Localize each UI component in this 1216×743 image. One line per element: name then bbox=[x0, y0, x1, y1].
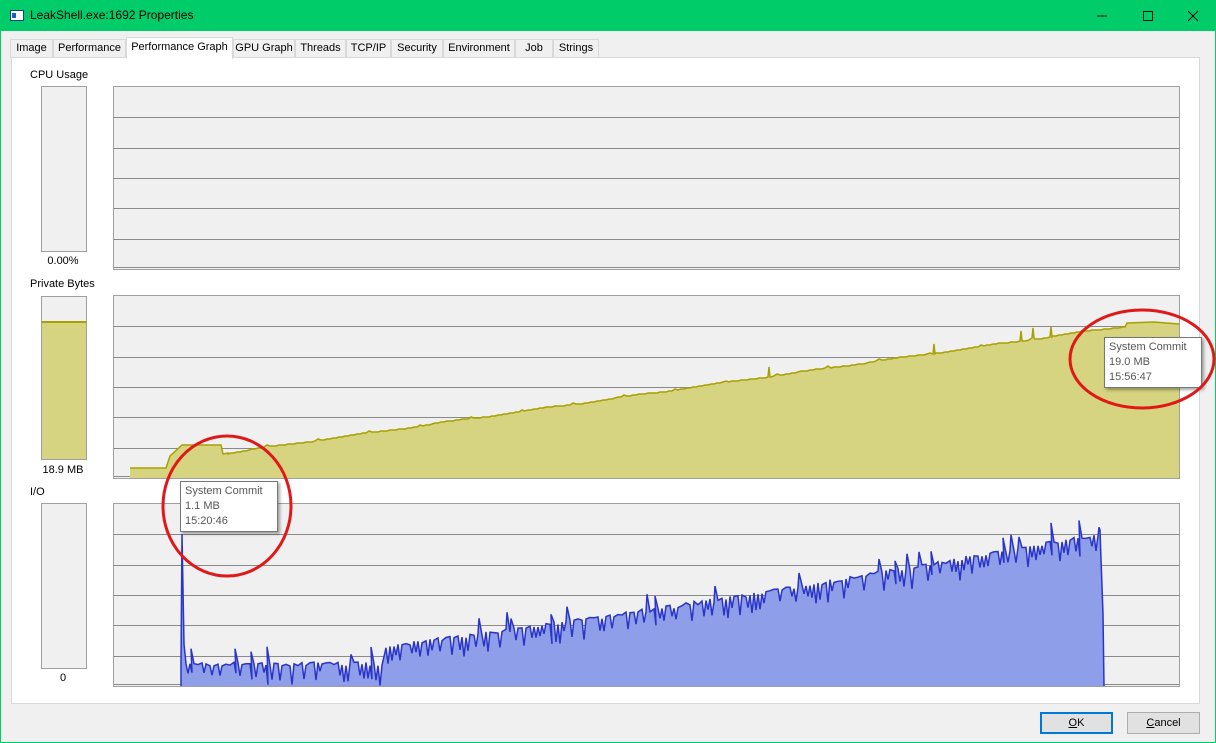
tab-gpu-graph[interactable]: GPU Graph bbox=[233, 39, 295, 58]
private-bytes-graph-canvas bbox=[114, 321, 1179, 478]
window-properties-icon bbox=[10, 10, 24, 21]
tooltip-left: System Commit 1.1 MB 15:20:46 bbox=[180, 481, 278, 532]
cpu-usage-value: 0.00% bbox=[47, 255, 79, 267]
io-value: 0 bbox=[59, 672, 67, 684]
tab-tcpip[interactable]: TCP/IP bbox=[346, 39, 391, 58]
maximize-icon bbox=[1143, 11, 1153, 21]
cpu-usage-meter bbox=[41, 86, 87, 252]
private-bytes-graph bbox=[113, 295, 1180, 479]
cpu-usage-graph-canvas bbox=[114, 117, 1179, 268]
cancel-button[interactable]: Cancel bbox=[1127, 712, 1200, 734]
io-label: I/O bbox=[30, 486, 45, 498]
private-bytes-label: Private Bytes bbox=[30, 278, 95, 290]
tooltip-right-value: 19.0 MB bbox=[1109, 356, 1150, 368]
private-bytes-meter bbox=[41, 296, 87, 460]
tab-security[interactable]: Security bbox=[391, 39, 443, 58]
tooltip-left-time: 15:20:46 bbox=[185, 515, 228, 527]
io-graph-area bbox=[181, 520, 1104, 686]
tab-performance-graph[interactable]: Performance Graph bbox=[126, 37, 233, 59]
tab-job[interactable]: Job bbox=[515, 39, 553, 58]
window-title: LeakShell.exe:1692 Properties bbox=[30, 8, 194, 22]
tooltip-right: System Commit 19.0 MB 15:56:47 bbox=[1104, 337, 1202, 388]
private-bytes-value: 18.9 MB bbox=[42, 464, 84, 476]
tab-threads[interactable]: Threads bbox=[295, 39, 346, 58]
private-bytes-meter-fill bbox=[42, 321, 86, 459]
tooltip-left-value: 1.1 MB bbox=[185, 500, 220, 512]
tooltip-right-time: 15:56:47 bbox=[1109, 371, 1152, 383]
cpu-usage-graph bbox=[113, 86, 1180, 270]
tab-performance[interactable]: Performance bbox=[53, 39, 126, 58]
io-meter bbox=[41, 503, 87, 669]
minimize-icon bbox=[1097, 15, 1107, 17]
close-button[interactable] bbox=[1170, 0, 1216, 31]
private-bytes-graph-area bbox=[130, 322, 1179, 478]
title-bar: LeakShell.exe:1692 Properties bbox=[0, 0, 1216, 31]
ok-button[interactable]: OK bbox=[1040, 712, 1113, 734]
tooltip-left-title: System Commit bbox=[185, 485, 263, 497]
tab-environment[interactable]: Environment bbox=[443, 39, 515, 58]
minimize-button[interactable] bbox=[1079, 0, 1125, 31]
maximize-button[interactable] bbox=[1125, 0, 1171, 31]
tab-strings[interactable]: Strings bbox=[553, 39, 599, 58]
cpu-usage-label: CPU Usage bbox=[30, 69, 89, 81]
tooltip-right-title: System Commit bbox=[1109, 341, 1187, 353]
close-icon bbox=[1187, 10, 1199, 22]
tab-image[interactable]: Image bbox=[10, 39, 53, 58]
